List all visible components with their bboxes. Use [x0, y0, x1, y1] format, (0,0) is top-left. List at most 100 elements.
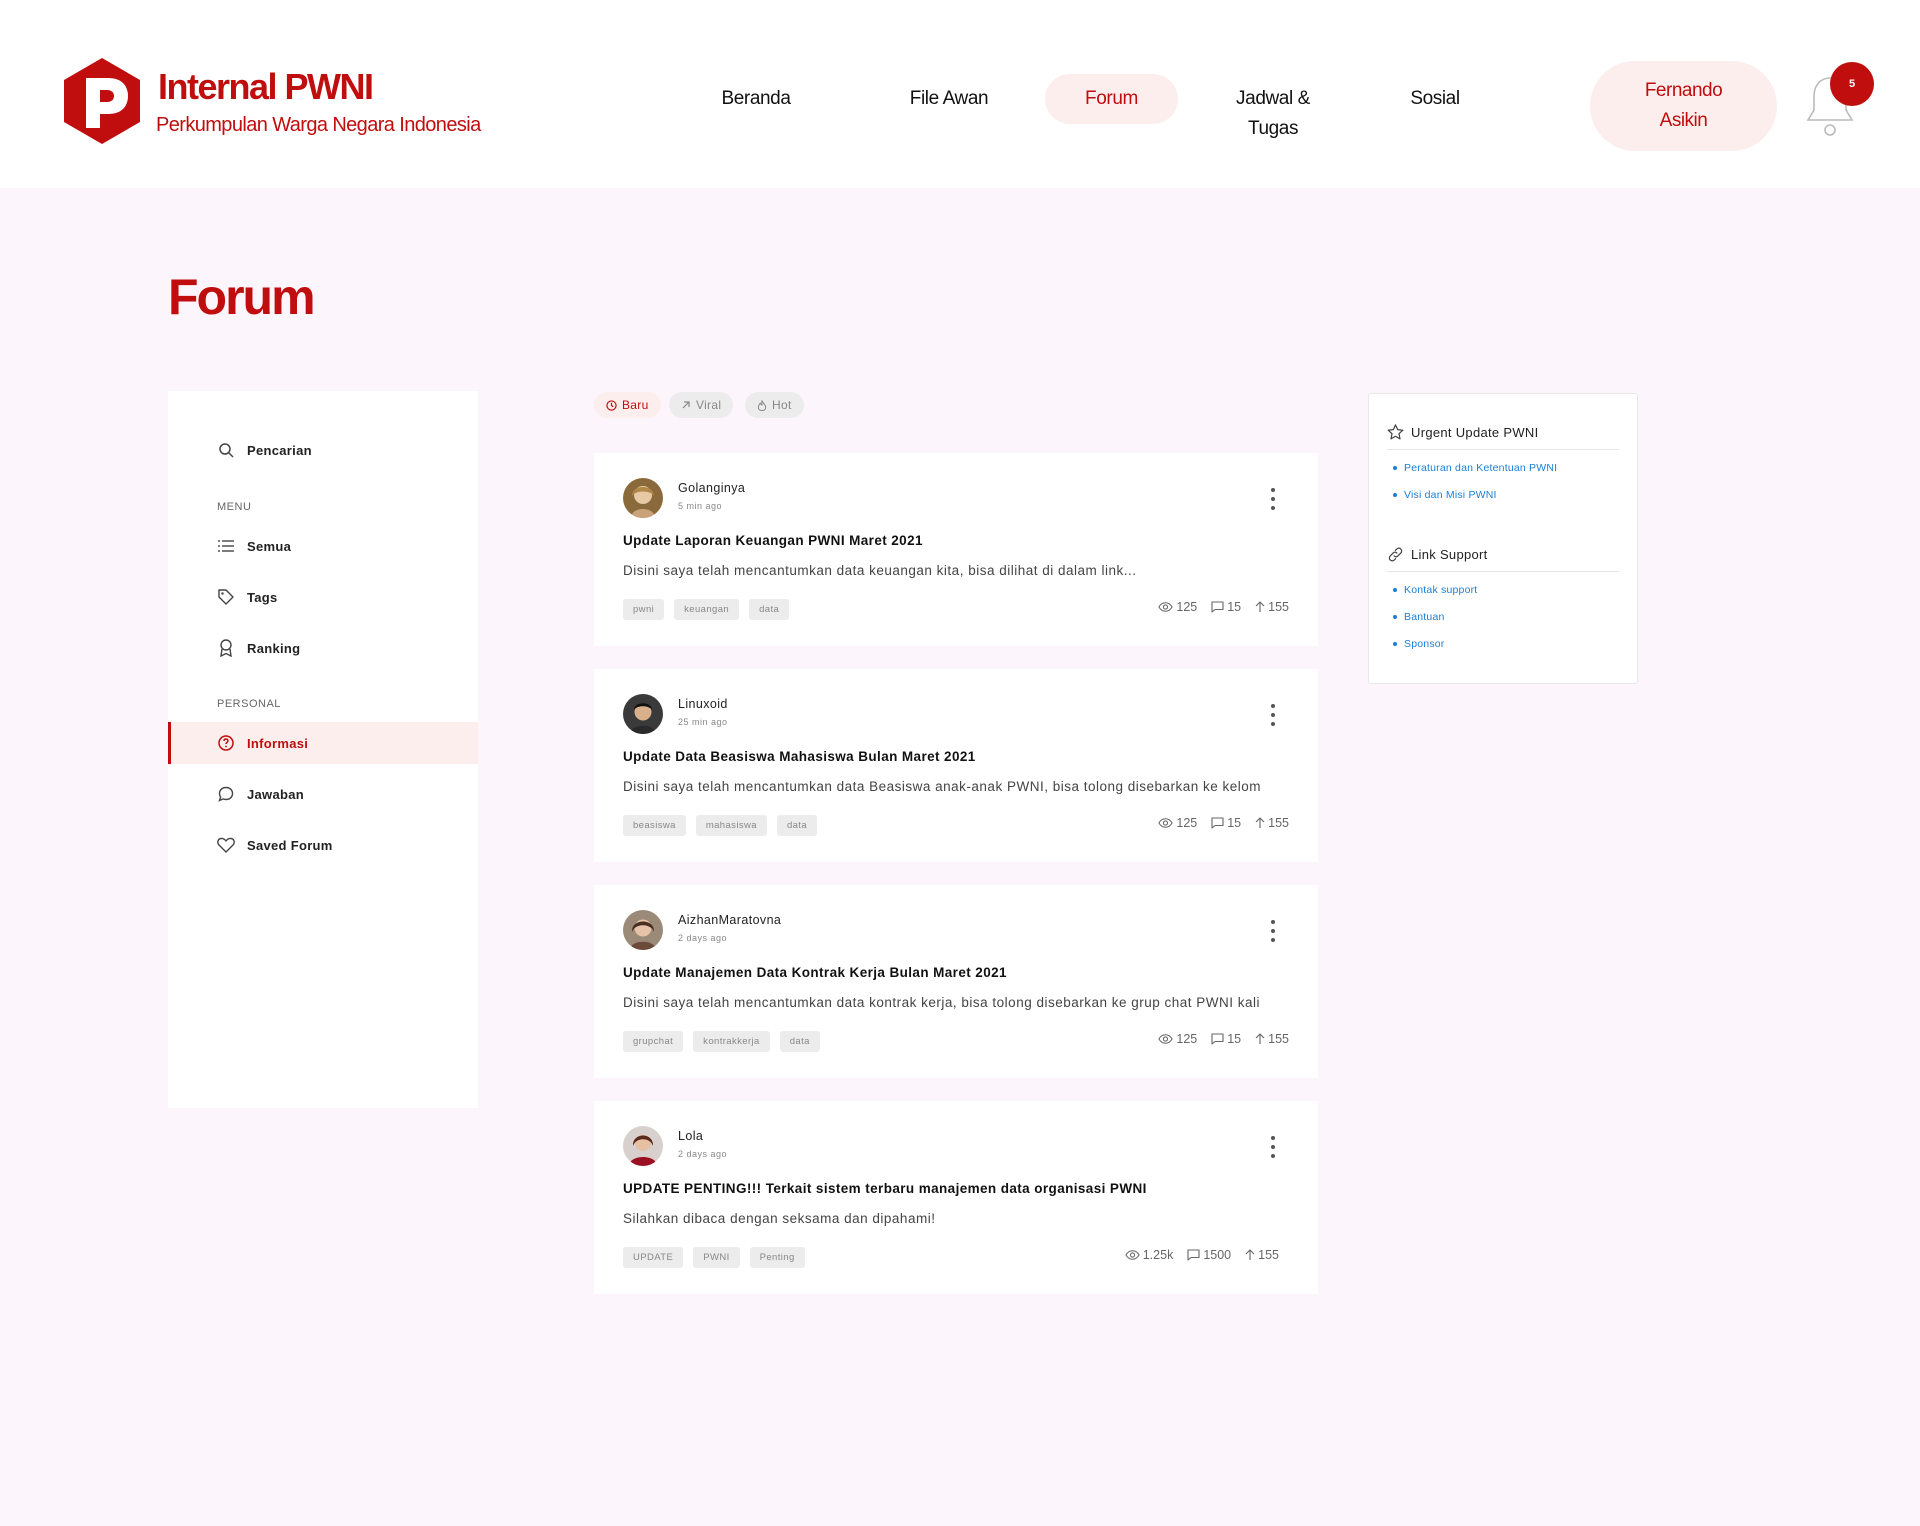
- tag-icon: [217, 588, 235, 606]
- nav-beranda[interactable]: Beranda: [700, 84, 812, 114]
- link-visi-misi[interactable]: Visi dan Misi PWNI: [1393, 489, 1497, 501]
- comment-icon: [1211, 1033, 1224, 1045]
- more-options-icon[interactable]: [1268, 704, 1278, 726]
- post-time: 5 min ago: [678, 501, 723, 511]
- post-stats: 125 15 155: [1158, 1032, 1289, 1046]
- post-tag[interactable]: Penting: [749, 1247, 805, 1268]
- filter-hot[interactable]: Hot: [745, 392, 804, 418]
- post-excerpt: Disini saya telah mencantumkan data kont…: [623, 995, 1261, 1010]
- post-title[interactable]: Update Data Beasiswa Mahasiswa Bulan Mar…: [623, 749, 976, 764]
- post-title[interactable]: Update Manajemen Data Kontrak Kerja Bula…: [623, 965, 1007, 980]
- eye-icon: [1125, 1250, 1140, 1260]
- link-support-heading: Link Support: [1387, 546, 1488, 563]
- pwni-logo-icon[interactable]: [62, 56, 142, 146]
- sidebar-item-label: Saved Forum: [247, 837, 333, 853]
- post-title[interactable]: Update Laporan Keuangan PWNI Maret 2021: [623, 533, 923, 548]
- avatar[interactable]: [623, 694, 663, 734]
- list-icon: [217, 537, 235, 555]
- urgent-update-heading: Urgent Update PWNI: [1387, 424, 1539, 440]
- link-peraturan[interactable]: Peraturan dan Ketentuan PWNI: [1393, 462, 1557, 474]
- heart-icon: [217, 836, 235, 854]
- post-tag[interactable]: kontrakkerja: [693, 1031, 770, 1052]
- more-options-icon[interactable]: [1268, 488, 1278, 510]
- post-tag[interactable]: keuangan: [674, 599, 740, 620]
- sidebar-search-label: Pencarian: [247, 442, 312, 458]
- eye-icon: [1158, 602, 1174, 612]
- post-tag[interactable]: grupchat: [623, 1031, 684, 1052]
- post-tag[interactable]: data: [779, 1031, 820, 1052]
- comment-icon: [1211, 601, 1224, 613]
- forum-sidebar: Pencarian MENU Semua Tags Ranking PERSON…: [168, 391, 478, 1108]
- more-options-icon[interactable]: [1268, 920, 1278, 942]
- filter-baru[interactable]: Baru: [594, 392, 661, 418]
- sidebar-item-jawaban[interactable]: Jawaban: [168, 773, 478, 815]
- views-count: 1.25k: [1142, 1248, 1174, 1262]
- nav-jadwal-line2: Tugas: [1247, 118, 1299, 139]
- filter-label: Hot: [772, 398, 792, 412]
- post-stats: 125 15 155: [1158, 816, 1289, 830]
- more-options-icon[interactable]: [1268, 1136, 1278, 1158]
- post-tag[interactable]: data: [749, 599, 790, 620]
- arrow-up-icon: [1255, 817, 1265, 828]
- link-icon: [1388, 547, 1403, 562]
- sidebar-item-informasi[interactable]: Informasi: [168, 722, 478, 764]
- sidebar-item-ranking[interactable]: Ranking: [168, 627, 478, 669]
- post-tags: UPDATE PWNI Penting: [623, 1247, 805, 1268]
- filter-label: Viral: [696, 398, 722, 412]
- user-last-name: Asikin: [1659, 110, 1708, 131]
- notification-badge: 5: [1830, 62, 1874, 106]
- nav-file-awan[interactable]: File Awan: [894, 84, 1004, 114]
- star-icon: [1387, 424, 1404, 440]
- comments-count: 15: [1227, 1032, 1242, 1046]
- forum-post-card[interactable]: Golanginya 5 min ago Update Laporan Keua…: [594, 453, 1318, 646]
- sidebar-section-personal: PERSONAL: [217, 698, 281, 710]
- post-tag[interactable]: pwni: [623, 599, 665, 620]
- divider: [1387, 571, 1619, 572]
- sidebar-item-label: Informasi: [247, 735, 309, 751]
- avatar[interactable]: [623, 1126, 663, 1166]
- post-author[interactable]: Golanginya: [678, 481, 745, 495]
- sidebar-item-saved-forum[interactable]: Saved Forum: [168, 824, 478, 866]
- forum-post-card[interactable]: Lola 2 days ago UPDATE PENTING!!! Terkai…: [594, 1101, 1318, 1294]
- arrow-up-icon: [1255, 601, 1265, 612]
- post-tag[interactable]: data: [776, 815, 818, 836]
- help-circle-icon: [217, 734, 235, 752]
- post-tag[interactable]: mahasiswa: [695, 815, 767, 836]
- forum-post-card[interactable]: Linuxoid 25 min ago Update Data Beasiswa…: [594, 669, 1318, 862]
- nav-sosial[interactable]: Sosial: [1380, 84, 1490, 114]
- upvotes-count: 155: [1268, 1032, 1289, 1046]
- avatar[interactable]: [623, 478, 663, 518]
- urgent-update-title: Urgent Update PWNI: [1411, 424, 1539, 440]
- filter-viral[interactable]: Viral: [669, 392, 734, 418]
- post-stats: 125 15 155: [1158, 600, 1289, 614]
- sidebar-search[interactable]: Pencarian: [168, 429, 478, 471]
- nav-jadwal-tugas[interactable]: Jadwal & Tugas: [1218, 84, 1328, 144]
- link-sponsor[interactable]: Sponsor: [1393, 638, 1445, 650]
- upvotes-count: 155: [1268, 816, 1289, 830]
- arrow-up-icon: [1245, 1249, 1255, 1260]
- user-profile-button[interactable]: Fernando Asikin: [1590, 61, 1777, 151]
- post-author[interactable]: Linuxoid: [678, 697, 728, 711]
- link-bantuan[interactable]: Bantuan: [1393, 611, 1445, 623]
- comment-icon: [1187, 1249, 1200, 1261]
- upvotes-count: 155: [1268, 600, 1289, 614]
- views-count: 125: [1176, 1032, 1198, 1046]
- post-title[interactable]: UPDATE PENTING!!! Terkait sistem terbaru…: [623, 1181, 1147, 1196]
- post-tag[interactable]: PWNI: [693, 1247, 740, 1268]
- comment-icon: [1211, 817, 1224, 829]
- post-time: 2 days ago: [678, 1149, 728, 1159]
- link-kontak-support[interactable]: Kontak support: [1393, 584, 1477, 596]
- main-content: Forum Pencarian MENU Semua Tags Ranking …: [0, 188, 1920, 1526]
- arrow-up-right-icon: [682, 401, 690, 409]
- post-author[interactable]: Lola: [678, 1129, 703, 1143]
- sidebar-item-semua[interactable]: Semua: [168, 525, 478, 567]
- post-tag[interactable]: UPDATE: [623, 1247, 684, 1268]
- forum-post-card[interactable]: AizhanMaratovna 2 days ago Update Manaje…: [594, 885, 1318, 1078]
- divider: [1387, 449, 1619, 450]
- post-tag[interactable]: beasiswa: [623, 815, 686, 836]
- nav-forum[interactable]: Forum: [1045, 74, 1178, 124]
- sidebar-item-tags[interactable]: Tags: [168, 576, 478, 618]
- post-author[interactable]: AizhanMaratovna: [678, 913, 781, 927]
- sidebar-item-label: Semua: [247, 538, 292, 554]
- avatar[interactable]: [623, 910, 663, 950]
